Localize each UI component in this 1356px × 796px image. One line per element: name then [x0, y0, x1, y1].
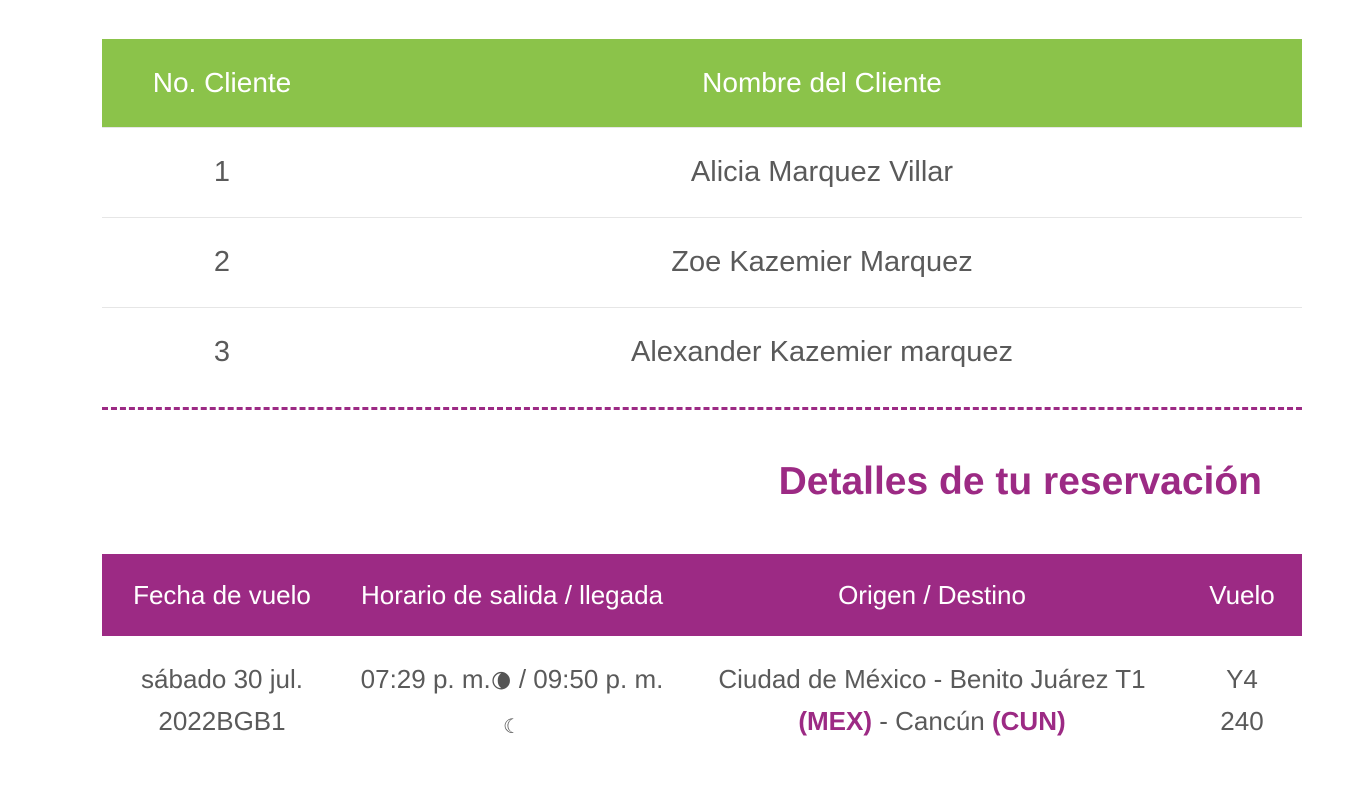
moon-sunset-icon: 🌘︎	[490, 671, 512, 693]
arrival-time: 09:50 p. m.	[533, 664, 664, 694]
page-content: No. Cliente Nombre del Cliente 1 Alicia …	[102, 39, 1302, 749]
dashed-divider	[102, 407, 1302, 410]
flight-number-cell: Y4 240	[1182, 636, 1302, 749]
header-client-number: No. Cliente	[152, 66, 292, 98]
flight-number: 240	[1220, 706, 1264, 736]
origin-name: Ciudad de México - Benito Juárez T1	[718, 664, 1146, 694]
header-flight-date: Fecha de vuelo	[133, 579, 311, 610]
header-schedule: Horario de salida / llegada	[360, 579, 664, 610]
reservation-table: Fecha de vuelo Horario de salida / llega…	[102, 554, 1302, 749]
header-route: Origen / Destino	[838, 579, 1026, 610]
client-name: Alicia Marquez Villar	[690, 155, 954, 188]
client-number: 3	[213, 335, 231, 368]
table-row: 1 Alicia Marquez Villar	[102, 127, 1302, 217]
schedule-cell: 07:29 p. m.🌘︎ / 09:50 p. m. ☾	[342, 636, 682, 749]
destination-code: (CUN)	[991, 706, 1066, 736]
flight-date-cell: sábado 30 jul. 2022BGB1	[102, 636, 342, 749]
header-client-name: Nombre del Cliente	[702, 66, 942, 98]
table-row: 2 Zoe Kazemier Marquez	[102, 217, 1302, 307]
table-row: 3 Alexander Kazemier marquez	[102, 307, 1302, 397]
client-name: Alexander Kazemier marquez	[630, 335, 1013, 368]
clients-header-row: No. Cliente Nombre del Cliente	[102, 39, 1302, 127]
clients-table: No. Cliente Nombre del Cliente 1 Alicia …	[102, 39, 1302, 397]
airline-code: Y4	[1226, 664, 1258, 694]
destination-name: Cancún	[895, 706, 992, 736]
header-flight: Vuelo	[1209, 579, 1275, 610]
route-separator: -	[872, 706, 896, 736]
moon-icon: ☾	[503, 716, 521, 738]
reservation-title: Detalles de tu reservación	[778, 460, 1262, 503]
booking-code: 2022BGB1	[158, 706, 286, 736]
client-name: Zoe Kazemier Marquez	[671, 245, 973, 278]
route-cell: Ciudad de México - Benito Juárez T1 (MEX…	[682, 636, 1182, 749]
client-number: 2	[213, 245, 231, 278]
reservation-header-row: Fecha de vuelo Horario de salida / llega…	[102, 554, 1302, 636]
table-row: sábado 30 jul. 2022BGB1 07:29 p. m.🌘︎ / …	[102, 636, 1302, 749]
time-separator: /	[511, 664, 534, 694]
departure-time: 07:29 p. m.	[360, 664, 491, 694]
client-number: 1	[213, 155, 231, 188]
origin-code: (MEX)	[798, 706, 873, 736]
flight-date: sábado 30 jul.	[141, 664, 303, 694]
